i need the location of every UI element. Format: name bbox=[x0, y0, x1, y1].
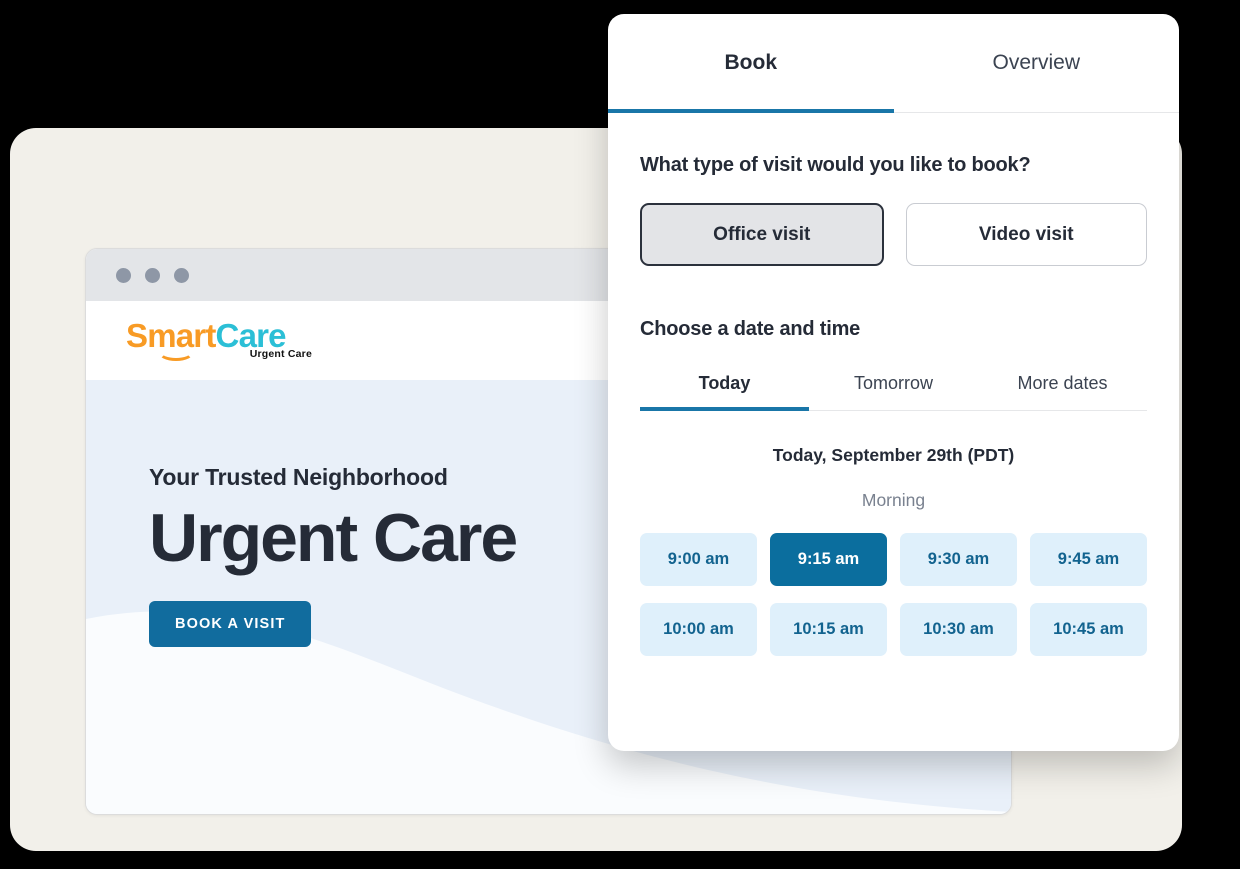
smartcare-logo[interactable]: SmartCare Urgent Care bbox=[126, 317, 312, 365]
visit-type-question: What type of visit would you like to boo… bbox=[640, 154, 1031, 176]
book-a-visit-button[interactable]: BOOK A VISIT bbox=[149, 601, 312, 647]
tab-book[interactable]: Book bbox=[608, 14, 894, 113]
time-slot[interactable]: 9:45 am bbox=[1030, 533, 1147, 586]
hero-eyebrow: Your Trusted Neighborhood bbox=[149, 464, 448, 490]
card-tab-bar: Book Overview bbox=[608, 14, 1179, 113]
office-visit-option[interactable]: Office visit bbox=[640, 203, 884, 266]
logo-tagline: Urgent Care bbox=[249, 347, 312, 360]
window-minimize-dot-icon[interactable] bbox=[145, 267, 160, 283]
video-visit-option[interactable]: Video visit bbox=[905, 203, 1147, 266]
hero-content: Your Trusted Neighborhood Urgent Care BO… bbox=[86, 380, 1011, 647]
visit-type-options: Office visit Video visit bbox=[640, 203, 1147, 266]
window-close-dot-icon[interactable] bbox=[116, 267, 131, 283]
time-slot[interactable]: 10:45 am bbox=[1030, 603, 1147, 656]
choose-date-time-heading: Choose a date and time bbox=[640, 318, 861, 340]
hero-title: Urgent Care bbox=[149, 500, 518, 576]
window-maximize-dot-icon[interactable] bbox=[174, 267, 189, 283]
tab-overview[interactable]: Overview bbox=[894, 14, 1180, 112]
logo-smile-arc-icon bbox=[158, 343, 194, 361]
